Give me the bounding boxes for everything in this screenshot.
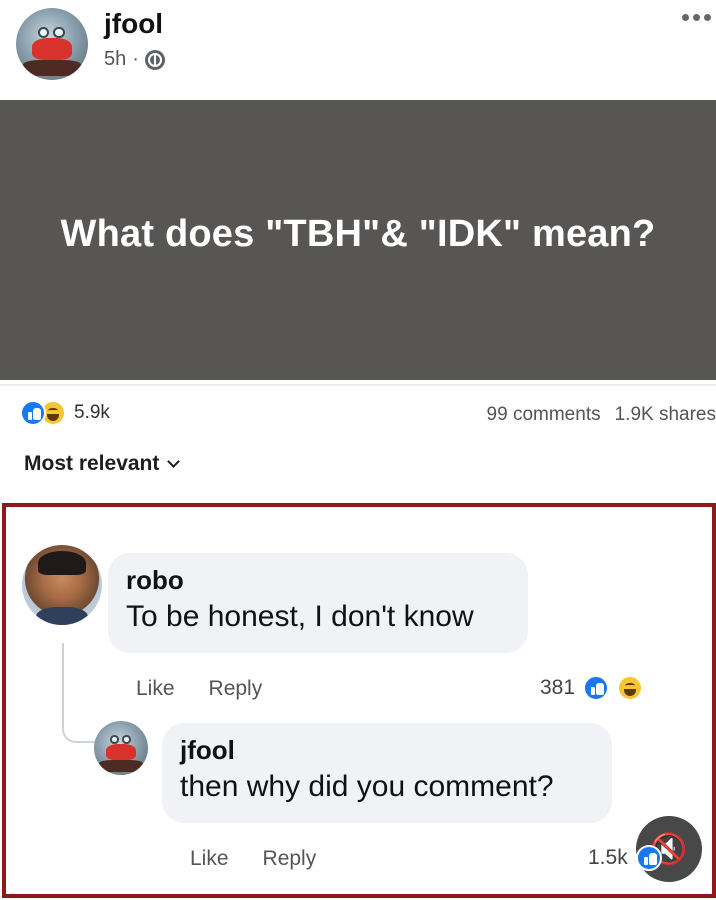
like-button[interactable]: Like [136,677,175,701]
reply-actions: Like Reply [190,847,316,871]
more-options-icon[interactable] [682,14,712,24]
like-reaction-icon [583,675,610,701]
comment-author[interactable]: robo [126,565,510,596]
post-image[interactable]: What does "TBH"& "IDK" mean? [0,100,716,380]
comment-actions: Like Reply [136,677,262,701]
comments-count[interactable]: 99 comments [487,404,601,426]
reply-thread-line [62,643,102,743]
comment-reaction-count: 381 [540,676,576,699]
chevron-down-icon [167,455,181,468]
engagement-counts: 99 comments 1.9K shares [487,404,716,426]
like-reaction-icon [20,400,46,426]
reply-button[interactable]: Reply [209,677,263,701]
reaction-summary[interactable]: 5.9k [20,400,110,426]
shares-count[interactable]: 1.9K shares [615,404,716,426]
post-header: jfool 5h · [0,0,716,100]
haha-reaction-icon [617,675,644,701]
reply-button[interactable]: Reply [263,847,317,871]
reply-reaction-count: 1.5k [588,846,628,869]
commenter-avatar[interactable] [22,545,102,625]
comments-section: robo To be honest, I don't know Like Rep… [2,503,716,898]
reply-bubble: jfool then why did you comment? [162,723,612,823]
post-stats: 5.9k 99 comments 1.9K shares [0,384,716,440]
reply-text: then why did you comment? [180,770,554,803]
author-name[interactable]: jfool [104,8,163,40]
like-button[interactable]: Like [190,847,229,871]
reply-avatar[interactable] [94,721,148,775]
comment-bubble: robo To be honest, I don't know [108,553,528,653]
reply-author[interactable]: jfool [180,735,594,766]
comment-reactions[interactable]: 381 [540,675,644,701]
author-avatar[interactable] [16,8,88,80]
like-reaction-icon [635,845,662,871]
comment-sort-dropdown[interactable]: Most relevant [24,452,181,476]
globe-icon [144,49,165,70]
post-image-text: What does "TBH"& "IDK" mean? [60,212,656,255]
sort-label: Most relevant [24,452,160,475]
reaction-count: 5.9k [74,402,110,423]
post-meta: 5h · [104,48,165,71]
post-time: 5h [104,48,127,70]
comment-text: To be honest, I don't know [126,600,474,633]
reply-reactions[interactable]: 1.5k [588,845,662,871]
meta-separator: · [132,48,139,70]
